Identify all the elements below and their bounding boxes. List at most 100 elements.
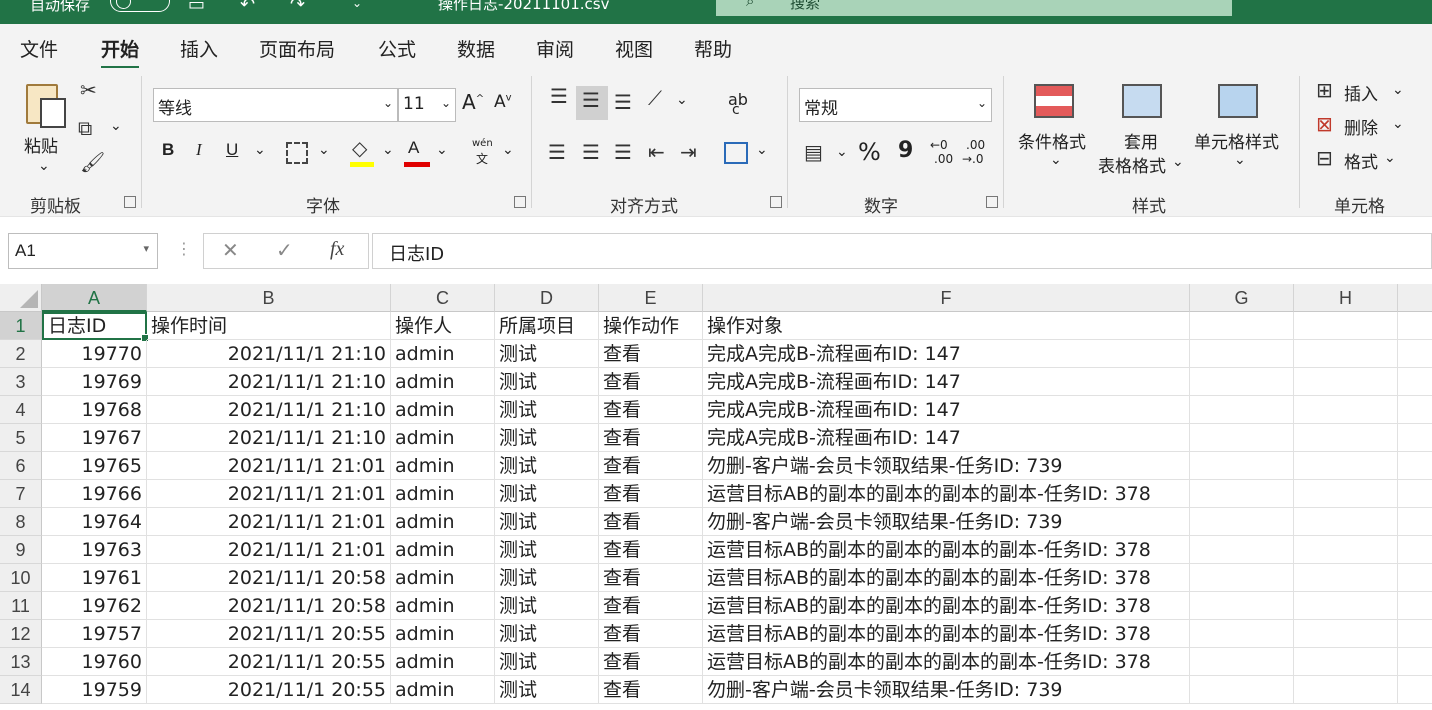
cell[interactable] xyxy=(1190,312,1294,340)
row-header[interactable]: 3 xyxy=(0,368,42,396)
cell[interactable]: 2021/11/1 21:10 xyxy=(147,340,391,368)
cell[interactable] xyxy=(1398,536,1432,564)
fill-chevron-icon[interactable]: ⌄ xyxy=(382,142,394,158)
borders-chevron-icon[interactable]: ⌄ xyxy=(318,142,330,158)
font-color-chevron-icon[interactable]: ⌄ xyxy=(436,142,448,158)
cell[interactable] xyxy=(1398,564,1432,592)
copy-icon[interactable]: ⧉ xyxy=(78,116,92,140)
tab-formulas[interactable]: 公式 xyxy=(378,35,416,62)
cell[interactable]: 测试 xyxy=(495,648,599,676)
increase-indent-icon[interactable]: ⇥ xyxy=(680,140,697,164)
cell[interactable]: 2021/11/1 21:01 xyxy=(147,452,391,480)
row-header[interactable]: 10 xyxy=(0,564,42,592)
cell[interactable]: admin xyxy=(391,592,495,620)
column-header-a[interactable]: A xyxy=(42,284,147,312)
cell[interactable]: 2021/11/1 20:58 xyxy=(147,592,391,620)
cell[interactable] xyxy=(1294,396,1398,424)
orientation-chevron-icon[interactable]: ⌄ xyxy=(676,92,688,108)
cell[interactable]: 操作对象 xyxy=(703,312,1190,340)
cell[interactable]: 19765 xyxy=(42,452,147,480)
cell[interactable] xyxy=(1294,536,1398,564)
cell[interactable] xyxy=(1294,340,1398,368)
format-cells-button[interactable]: 格式 xyxy=(1344,148,1378,173)
row-header[interactable]: 4 xyxy=(0,396,42,424)
cell[interactable]: 查看 xyxy=(599,340,703,368)
comma-button[interactable]: 9 xyxy=(898,138,913,163)
cell[interactable]: 测试 xyxy=(495,452,599,480)
font-launcher-icon[interactable] xyxy=(514,196,526,208)
cell[interactable]: admin xyxy=(391,676,495,704)
row-header[interactable]: 14 xyxy=(0,676,42,704)
cancel-icon[interactable]: ✕ xyxy=(222,238,239,262)
cell[interactable]: 查看 xyxy=(599,536,703,564)
customize-chevron-icon[interactable]: ⌄ xyxy=(352,0,362,10)
cell[interactable] xyxy=(1190,452,1294,480)
cell[interactable]: 查看 xyxy=(599,396,703,424)
row-header[interactable]: 7 xyxy=(0,480,42,508)
cell[interactable] xyxy=(1294,648,1398,676)
cell[interactable]: 19769 xyxy=(42,368,147,396)
row-header[interactable]: 9 xyxy=(0,536,42,564)
cell[interactable] xyxy=(1398,368,1432,396)
tab-home[interactable]: 开始 xyxy=(101,35,140,69)
cell[interactable] xyxy=(1398,396,1432,424)
cell[interactable]: 2021/11/1 21:01 xyxy=(147,480,391,508)
cell[interactable]: 测试 xyxy=(495,564,599,592)
underline-chevron-icon[interactable]: ⌄ xyxy=(254,142,266,158)
cell[interactable]: 勿删-客户端-会员卡领取结果-任务ID: 739 xyxy=(703,508,1190,536)
cell[interactable] xyxy=(1190,676,1294,704)
cell[interactable]: admin xyxy=(391,508,495,536)
row-header[interactable]: 13 xyxy=(0,648,42,676)
align-bottom-icon[interactable]: ☰ xyxy=(614,90,632,114)
cell[interactable] xyxy=(1398,676,1432,704)
tab-insert[interactable]: 插入 xyxy=(180,35,218,62)
insert-cells-button[interactable]: 插入 xyxy=(1344,80,1378,105)
cell[interactable]: 2021/11/1 21:01 xyxy=(147,536,391,564)
cell[interactable] xyxy=(1398,508,1432,536)
number-launcher-icon[interactable] xyxy=(986,196,998,208)
column-header-c[interactable]: C xyxy=(391,284,495,312)
cell[interactable] xyxy=(1190,536,1294,564)
format-chevron-icon[interactable]: ⌄ xyxy=(1384,150,1396,166)
cell[interactable]: 测试 xyxy=(495,620,599,648)
row-header[interactable]: 1 xyxy=(0,312,42,340)
cell[interactable]: 19757 xyxy=(42,620,147,648)
cell[interactable]: 2021/11/1 20:58 xyxy=(147,564,391,592)
name-box[interactable]: A1 ▾ xyxy=(8,233,158,269)
cell[interactable]: 测试 xyxy=(495,676,599,704)
cell[interactable] xyxy=(1294,620,1398,648)
cell[interactable]: 查看 xyxy=(599,676,703,704)
cell[interactable]: admin xyxy=(391,368,495,396)
cell[interactable]: admin xyxy=(391,340,495,368)
format-painter-icon[interactable]: 🖌 xyxy=(80,150,105,174)
bold-button[interactable]: B xyxy=(162,140,174,160)
tab-view[interactable]: 视图 xyxy=(615,35,653,62)
cell[interactable]: 19770 xyxy=(42,340,147,368)
cell[interactable]: admin xyxy=(391,480,495,508)
column-header-b[interactable]: B xyxy=(147,284,391,312)
shrink-font-button[interactable]: Av xyxy=(494,92,512,112)
cell[interactable]: admin xyxy=(391,452,495,480)
alignment-launcher-icon[interactable] xyxy=(770,196,782,208)
row-header[interactable]: 5 xyxy=(0,424,42,452)
cell[interactable] xyxy=(1294,508,1398,536)
cell[interactable] xyxy=(1190,508,1294,536)
insert-function-icon[interactable]: fx xyxy=(330,238,344,261)
column-header-e[interactable]: E xyxy=(599,284,703,312)
cell[interactable]: 19759 xyxy=(42,676,147,704)
cell[interactable]: 运营目标AB的副本的副本的副本的副本-任务ID: 378 xyxy=(703,592,1190,620)
paste-button[interactable]: 粘贴 ⌄ xyxy=(20,80,70,180)
cell[interactable]: 运营目标AB的副本的副本的副本的副本-任务ID: 378 xyxy=(703,536,1190,564)
phonetic-chevron-icon[interactable]: ⌄ xyxy=(502,142,514,158)
cell[interactable]: admin xyxy=(391,536,495,564)
cell[interactable]: 查看 xyxy=(599,424,703,452)
align-top-icon[interactable]: ☰ xyxy=(550,84,568,108)
insert-chevron-icon[interactable]: ⌄ xyxy=(1392,82,1404,98)
search-box[interactable]: ⌕ 搜索 xyxy=(716,0,1232,16)
cell[interactable]: 查看 xyxy=(599,368,703,396)
cell[interactable] xyxy=(1190,620,1294,648)
cell[interactable]: 操作人 xyxy=(391,312,495,340)
cell[interactable]: 2021/11/1 21:01 xyxy=(147,508,391,536)
cell[interactable]: 测试 xyxy=(495,424,599,452)
delete-cells-icon[interactable]: ⊠ xyxy=(1316,112,1333,136)
